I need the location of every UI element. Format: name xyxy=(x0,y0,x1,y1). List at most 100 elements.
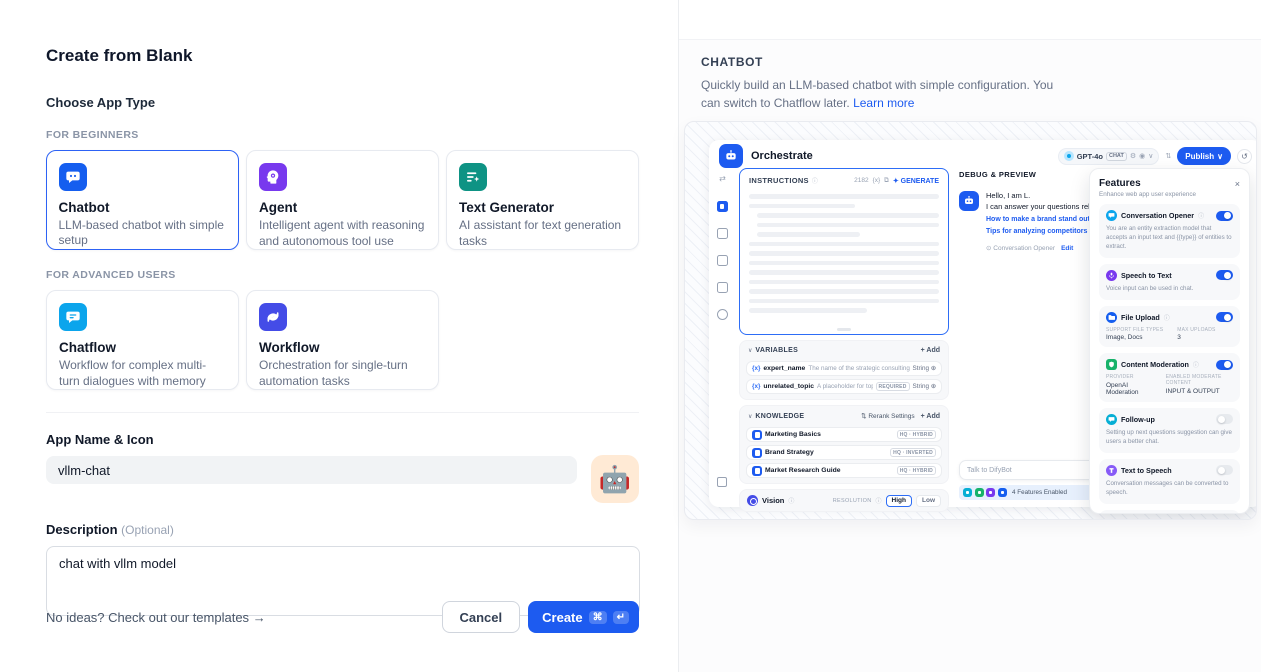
text-to-speech-icon xyxy=(1106,465,1117,476)
chevron-down-icon: ∨ xyxy=(1148,152,1153,160)
follow-up-icon xyxy=(1106,414,1117,425)
chatbot-icon xyxy=(59,163,87,191)
card-title: Chatflow xyxy=(59,340,226,355)
card-title: Chatbot xyxy=(59,200,227,215)
card-desc: Orchestration for single-turn automation… xyxy=(259,358,426,390)
edit-link: Edit xyxy=(1061,245,1073,252)
variables-token-icon: {x} xyxy=(873,177,881,184)
rerank-settings-button: ⇅ Rerank Settings xyxy=(861,412,915,420)
chatflow-icon xyxy=(59,303,87,331)
follow-up-chip-icon xyxy=(963,488,972,497)
cmd-key-icon: ⌘ xyxy=(589,611,607,624)
globe-tab-icon xyxy=(717,309,728,320)
feature-card-citations: Citations and Attributions Show source d… xyxy=(1099,510,1240,514)
learn-more-link[interactable]: Learn more xyxy=(853,96,914,110)
templates-link[interactable]: No ideas? Check out our templates → xyxy=(46,610,266,625)
clipboard-icon: ⧉ xyxy=(884,177,889,185)
bot-avatar xyxy=(959,191,979,211)
knowledge-row: Marketing Basics HQ · HYBRID xyxy=(746,427,942,442)
file-upload-icon xyxy=(1106,312,1117,323)
resolution-high-option: High xyxy=(886,495,912,507)
history-icon: ↺ xyxy=(1237,149,1252,164)
group-label-advanced: FOR ADVANCED USERS xyxy=(46,269,639,281)
enter-key-icon: ↵ xyxy=(613,611,629,624)
chevron-down-icon: ∨ xyxy=(748,347,752,354)
chat-mode-badge: CHAT xyxy=(1106,152,1127,161)
group-label-beginners: FOR BEGINNERS xyxy=(46,129,639,141)
card-desc: LLM-based chatbot with simple setup xyxy=(59,218,227,250)
feature-card-file-upload: File Upload ⓘ SUPPORT FILE TYPES Image, … xyxy=(1099,306,1240,348)
vision-row: Vision ⓘ RESOLUTION ⓘ High Low xyxy=(739,489,949,512)
app-type-card-text-generator[interactable]: Text Generator AI assistant for text gen… xyxy=(446,150,639,250)
knowledge-row: Market Research Guide HQ · HYBRID xyxy=(746,463,942,478)
feature-card-text-to-speech: Text to Speech Conversation messages can… xyxy=(1099,459,1240,504)
model-provider-icon xyxy=(1064,151,1074,161)
opener-gear-icon: ⊙ Conversation Opener xyxy=(986,244,1055,252)
content-moderation-icon xyxy=(1106,359,1117,370)
create-app-modal: Create from Blank Choose App Type FOR BE… xyxy=(0,0,1261,672)
arrow-right-icon: → xyxy=(253,610,266,625)
collapse-icon xyxy=(717,477,727,487)
feature-toggle xyxy=(1216,270,1233,280)
app-type-card-agent[interactable]: Agent Intelligent agent with reasoning a… xyxy=(246,150,439,250)
speech-chip-icon xyxy=(986,488,995,497)
optional-label: (Optional) xyxy=(121,523,174,537)
add-knowledge-button: + Add xyxy=(921,413,940,420)
generate-button: ✦ GENERATE xyxy=(893,177,939,185)
publish-button: Publish ∨ xyxy=(1177,147,1231,165)
feature-card-speech-to-text: Speech to Text Voice input can be used i… xyxy=(1099,264,1240,300)
card-desc: Intelligent agent with reasoning and aut… xyxy=(259,218,426,250)
document-icon xyxy=(752,466,762,476)
feature-toggle xyxy=(1216,414,1233,424)
close-icon: × xyxy=(1235,179,1240,189)
vision-icon xyxy=(747,495,758,506)
speech-to-text-icon xyxy=(1106,270,1117,281)
card-desc: Workflow for complex multi-turn dialogue… xyxy=(59,358,226,390)
workflow-icon xyxy=(259,303,287,331)
preview-left-rail: ⇄ xyxy=(709,172,736,507)
document-icon xyxy=(752,448,762,458)
variables-panel: ∨ VARIABLES + Add {x} expert_name The na… xyxy=(739,340,949,400)
create-button[interactable]: Create ⌘ ↵ xyxy=(528,601,639,633)
feature-card-content-moderation: Content Moderation ⓘ PROVIDER OpenAI Mod… xyxy=(1099,353,1240,402)
chatbot-preview-image: Orchestrate GPT-4o CHAT ⚙ ◉ ∨ ⇅ xyxy=(684,121,1257,520)
features-panel: Features × Enhance web app user experien… xyxy=(1089,168,1250,514)
info-icon: ⓘ xyxy=(788,496,794,505)
notes-tab-icon xyxy=(717,282,728,293)
app-name-input[interactable] xyxy=(46,456,577,484)
instructions-skeleton xyxy=(749,194,939,313)
info-icon: ⓘ xyxy=(1164,313,1170,322)
app-name-label: App Name & Icon xyxy=(46,432,639,447)
app-type-card-chatflow[interactable]: Chatflow Workflow for complex multi-turn… xyxy=(46,290,239,390)
info-icon: ⓘ xyxy=(876,496,882,505)
tune-icon: ⇅ xyxy=(1165,152,1171,160)
cancel-button[interactable]: Cancel xyxy=(442,601,521,633)
feature-card-conversation-opener: Conversation Opener ⓘ You are an entity … xyxy=(1099,204,1240,258)
choose-app-type-label: Choose App Type xyxy=(46,95,639,110)
model-vision-icon: ◉ xyxy=(1139,152,1145,160)
text-generator-icon xyxy=(459,163,487,191)
create-form-panel: Create from Blank Choose App Type FOR BE… xyxy=(0,0,679,672)
chevron-down-icon: ∨ xyxy=(1217,152,1223,161)
knowledge-row: Brand Strategy HQ · INVERTED xyxy=(746,445,942,460)
app-type-preview-panel: CHATBOT Quickly build an LLM-based chatb… xyxy=(679,0,1261,672)
app-type-card-workflow[interactable]: Workflow Orchestration for single-turn a… xyxy=(246,290,439,390)
feature-toggle xyxy=(1216,360,1233,370)
document-icon xyxy=(752,430,762,440)
preview-description: Quickly build an LLM-based chatbot with … xyxy=(701,76,1069,112)
right-top-strip xyxy=(679,0,1261,40)
robot-emoji-icon: 🤖 xyxy=(599,464,631,495)
feature-toggle xyxy=(1216,312,1233,322)
resolution-low-option: Low xyxy=(916,495,941,507)
moderation-chip-icon xyxy=(975,488,984,497)
orchestrate-tab-icon xyxy=(717,201,728,212)
description-label: Description (Optional) xyxy=(46,522,639,537)
feature-card-follow-up: Follow-up Setting up next questions sugg… xyxy=(1099,408,1240,453)
beginner-cards-row: Chatbot LLM-based chatbot with simple se… xyxy=(46,150,639,250)
knowledge-panel: ∨ KNOWLEDGE ⇅ Rerank Settings + Add Mark… xyxy=(739,405,949,484)
variable-row: {x} unrelated_topic A placeholder for to… xyxy=(746,379,942,394)
app-icon-picker[interactable]: 🤖 xyxy=(591,455,639,503)
feature-toggle xyxy=(1216,465,1233,475)
image-tab-icon xyxy=(717,228,728,239)
app-type-card-chatbot[interactable]: Chatbot LLM-based chatbot with simple se… xyxy=(46,150,239,250)
